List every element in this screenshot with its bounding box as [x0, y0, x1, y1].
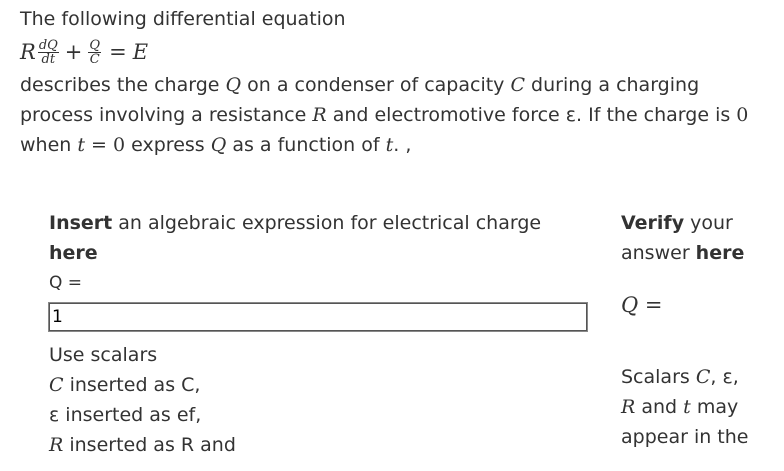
note-text: may [690, 396, 739, 418]
symbol-t: t [683, 396, 691, 418]
title-bold: Verify [621, 212, 685, 234]
preview-equals: = [638, 293, 663, 317]
answer-label: Q = [49, 273, 83, 293]
input-panel-title-line2: here [49, 238, 579, 268]
symbol-R: R [312, 104, 327, 126]
scalar-hint-C: C inserted as C, [49, 370, 579, 400]
title-rest: answer [621, 242, 696, 264]
symbol-zero: 0 [736, 104, 749, 126]
title-rest: an algebraic expression for electrical c… [112, 212, 542, 234]
text-segment: as a function of [226, 134, 386, 156]
symbol-zero: 0 [113, 134, 126, 156]
text-segment: describes the charge [20, 74, 226, 96]
eq-dt: dt [41, 51, 56, 67]
verify-title-line2: answer here [621, 238, 781, 268]
question-text: The following differential equation R dQ… [20, 4, 780, 160]
symbol-R: R [49, 434, 64, 456]
eq-E: E [132, 40, 149, 64]
verify-note-line2: R and t may [621, 392, 781, 422]
title-bold: here [49, 242, 98, 264]
eq-plus: + [64, 40, 83, 64]
symbol-equals: = [85, 134, 113, 156]
eq-equals: = [109, 40, 127, 64]
verify-note-line1: Scalars C, ε, [621, 362, 781, 392]
text-segment: on a condenser of capacity [241, 74, 511, 96]
note-text: , ε, [710, 366, 739, 388]
eq-Q-over-C: Q C [88, 37, 102, 67]
eq-derivative-fraction: dQ dt [37, 37, 59, 67]
input-panel: Insert an algebraic expression for elect… [49, 208, 579, 298]
symbol-Q: Q [210, 134, 227, 156]
symbol-C: C [695, 366, 711, 388]
symbol-C: C [49, 374, 64, 396]
eq-R: R [20, 40, 36, 64]
differential-equation: R dQ dt + Q C = E [20, 34, 780, 70]
text-segment: express [125, 134, 211, 156]
question-line-2: process involving a resistance R and ele… [20, 100, 780, 130]
question-line-3: when t = 0 express Q as a function of t.… [20, 130, 780, 160]
symbol-C: C [510, 74, 526, 96]
answer-input[interactable] [48, 302, 588, 332]
eq-Q: Q [88, 37, 102, 53]
title-rest: your [684, 212, 733, 234]
question-intro: The following differential equation [20, 8, 346, 30]
scalar-hint-R: R inserted as R and [49, 430, 579, 460]
answer-preview: Q = [621, 290, 781, 320]
title-bold: Insert [49, 212, 113, 234]
verify-note-line3: appear in the [621, 426, 749, 448]
verify-scalars-note: Scalars C, ε, R and t may appear in the [621, 362, 781, 452]
text-segment: and electromotive force ε. If the charge… [326, 104, 737, 126]
verify-panel: Verify your answer here Q = Scalars C, ε… [621, 208, 781, 452]
input-panel-title: Insert an algebraic expression for elect… [49, 208, 579, 238]
text-segment: process involving a resistance [20, 104, 313, 126]
text-segment: during a charging [525, 74, 700, 96]
preview-symbol-Q: Q [621, 293, 639, 317]
title-bold: here [695, 242, 745, 264]
eq-C: C [89, 51, 100, 67]
hint-text: inserted as R and [63, 434, 236, 456]
text-segment: . , [393, 134, 412, 156]
scalar-hints: Use scalars C inserted as C, ε inserted … [49, 340, 579, 460]
symbol-Q: Q [225, 74, 242, 96]
note-text: and [635, 396, 684, 418]
text-segment: when [20, 134, 78, 156]
scalars-heading: Use scalars [49, 344, 158, 366]
verify-title: Verify your [621, 208, 781, 238]
hint-text: inserted as C, [63, 374, 201, 396]
symbol-t: t [77, 134, 85, 156]
hint-text: ε inserted as ef, [49, 404, 202, 426]
eq-dQ: dQ [37, 37, 59, 53]
symbol-R: R [621, 396, 636, 418]
note-text: Scalars [621, 366, 696, 388]
question-line-1: describes the charge Q on a condenser of… [20, 70, 780, 100]
scalar-hint-epsilon: ε inserted as ef, [49, 400, 579, 430]
